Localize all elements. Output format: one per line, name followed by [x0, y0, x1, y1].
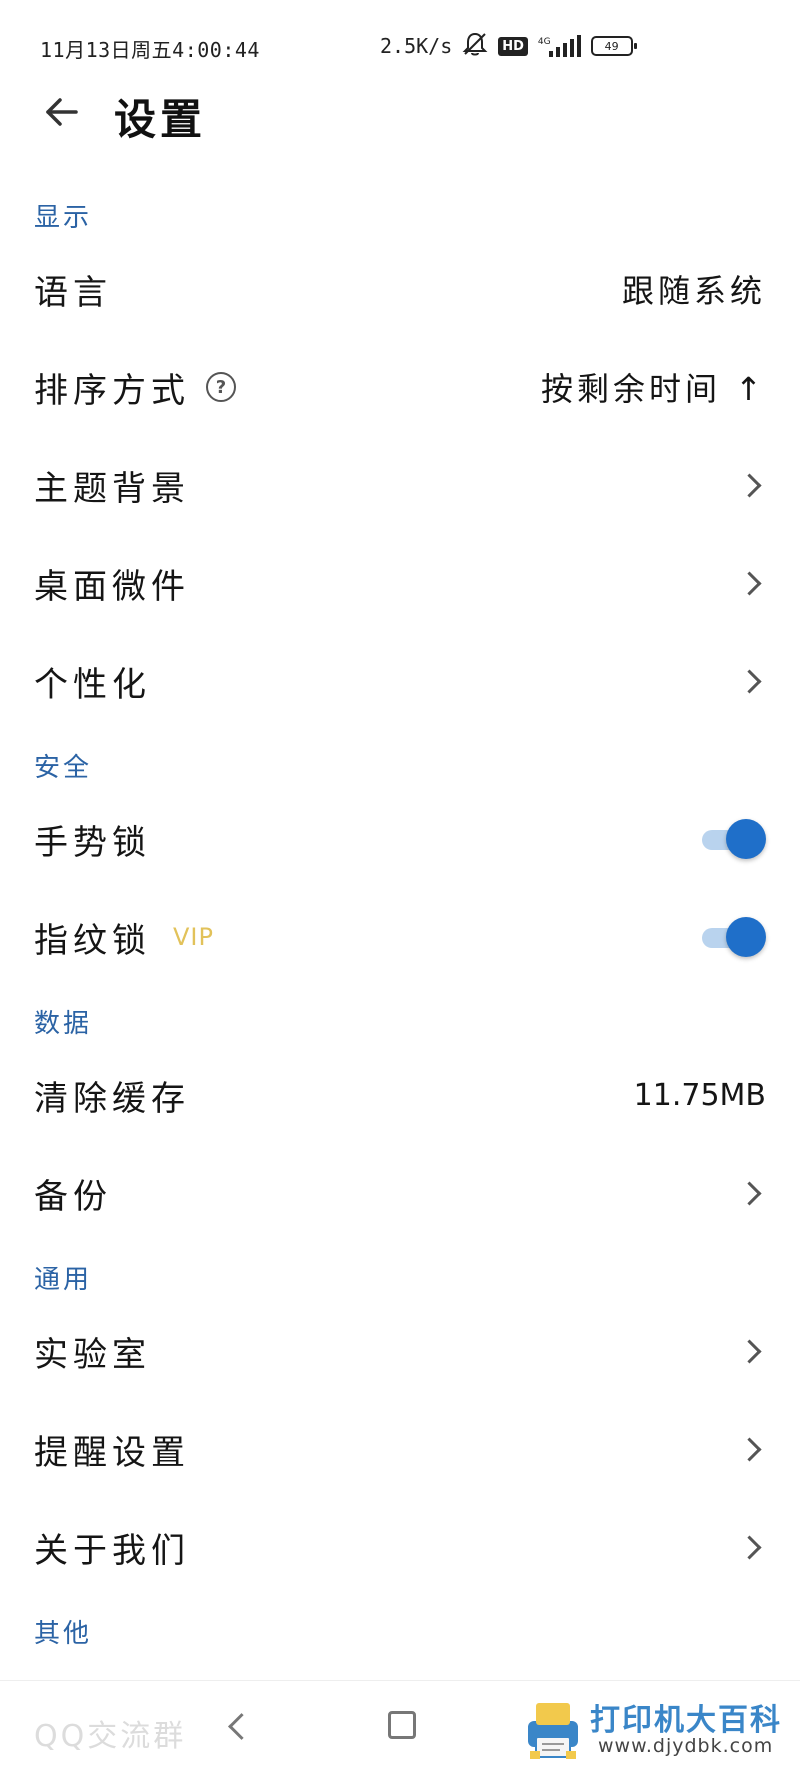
cache-size: 11.75MB	[633, 1077, 766, 1113]
chevron-right-icon	[737, 1180, 762, 1206]
setting-label: 关于我们	[34, 1530, 190, 1571]
setting-backup[interactable]: 备份	[0, 1144, 800, 1242]
battery-icon: 49	[590, 36, 637, 56]
network-speed: 2.5K/s	[380, 34, 453, 58]
setting-label: 提醒设置	[34, 1432, 190, 1473]
bell-muted-icon	[462, 31, 488, 62]
setting-label: 备份	[34, 1176, 112, 1217]
setting-clear-cache[interactable]: 清除缓存 11.75MB	[0, 1046, 800, 1144]
section-title-other: 其他	[34, 1619, 93, 1649]
toggle-knob	[726, 917, 766, 957]
setting-personalize[interactable]: 个性化	[0, 632, 800, 730]
help-icon[interactable]: ?	[206, 372, 236, 402]
vip-badge: VIP	[173, 923, 214, 951]
back-button[interactable]	[40, 90, 84, 134]
setting-lab[interactable]: 实验室	[0, 1302, 800, 1400]
setting-label-group: 排序方式 ?	[34, 363, 236, 412]
section-title-display: 显示	[34, 203, 93, 233]
chevron-right-icon	[737, 472, 762, 498]
setting-language[interactable]: 语言 跟随系统	[0, 240, 800, 338]
settings-screen: 11月13日周五4:00:44 2.5K/s HD 4G 49 设置 显示 语言…	[0, 0, 800, 1778]
setting-qq-group[interactable]: QQ交流群	[34, 1711, 186, 1755]
setting-value: 跟随系统	[621, 272, 766, 310]
settings-list: 显示 语言 跟随系统 排序方式 ? 按剩余时间 ↑ 主题背景 桌面微件 个性化 …	[0, 180, 800, 1656]
setting-about[interactable]: 关于我们	[0, 1498, 800, 1596]
setting-label: 语言	[34, 272, 112, 313]
setting-label: 排序方式	[34, 370, 190, 411]
setting-sort-order[interactable]: 排序方式 ? 按剩余时间 ↑	[0, 338, 800, 436]
status-bar: 11月13日周五4:00:44 2.5K/s HD 4G 49	[0, 0, 800, 92]
chevron-right-icon	[737, 570, 762, 596]
battery-level: 49	[604, 39, 619, 53]
watermark-title: 打印机大百科	[590, 1703, 782, 1738]
chevron-right-icon	[737, 1436, 762, 1462]
setting-reminder[interactable]: 提醒设置	[0, 1400, 800, 1498]
gesture-lock-toggle[interactable]	[702, 819, 766, 859]
setting-label: 主题背景	[34, 468, 190, 509]
printer-logo-icon	[528, 1703, 578, 1759]
setting-widget[interactable]: 桌面微件	[0, 534, 800, 632]
setting-gesture-lock: 手势锁	[0, 790, 800, 888]
section-title-data: 数据	[34, 1009, 93, 1039]
setting-fingerprint-lock: 指纹锁 VIP	[0, 888, 800, 986]
setting-label-group: 指纹锁 VIP	[34, 913, 214, 962]
setting-label: 清除缓存	[34, 1078, 190, 1119]
setting-label: 个性化	[34, 664, 151, 705]
setting-theme[interactable]: 主题背景	[0, 436, 800, 534]
setting-label: 手势锁	[34, 822, 151, 863]
status-indicators: 2.5K/s HD 4G 49	[380, 30, 637, 62]
fingerprint-lock-toggle[interactable]	[702, 917, 766, 957]
page-title: 设置	[114, 95, 207, 144]
setting-label: 指纹锁	[34, 920, 151, 961]
setting-label: 实验室	[34, 1334, 151, 1375]
hd-badge: HD	[498, 36, 528, 56]
watermark: 打印机大百科 www.djydbk.com	[522, 1695, 792, 1767]
chevron-right-icon	[737, 668, 762, 694]
bottom-navigation-bar: QQ交流群 打印机大百科 www.djydbk.com	[0, 1680, 800, 1778]
signal-icon: 4G	[538, 35, 581, 57]
arrow-left-icon	[46, 98, 78, 126]
section-title-general: 通用	[34, 1265, 93, 1295]
chevron-right-icon	[737, 1534, 762, 1560]
watermark-url: www.djydbk.com	[598, 1735, 774, 1757]
section-title-security: 安全	[34, 753, 93, 783]
chevron-right-icon	[737, 1338, 762, 1364]
status-time: 11月13日周五4:00:44	[40, 38, 260, 62]
nav-home-icon[interactable]	[388, 1711, 416, 1739]
network-type: 4G	[537, 37, 551, 47]
toggle-knob	[726, 819, 766, 859]
nav-back-icon[interactable]	[228, 1713, 255, 1740]
setting-value: 按剩余时间 ↑	[541, 370, 766, 408]
app-header: 设置	[0, 80, 800, 150]
setting-label: 桌面微件	[34, 566, 190, 607]
